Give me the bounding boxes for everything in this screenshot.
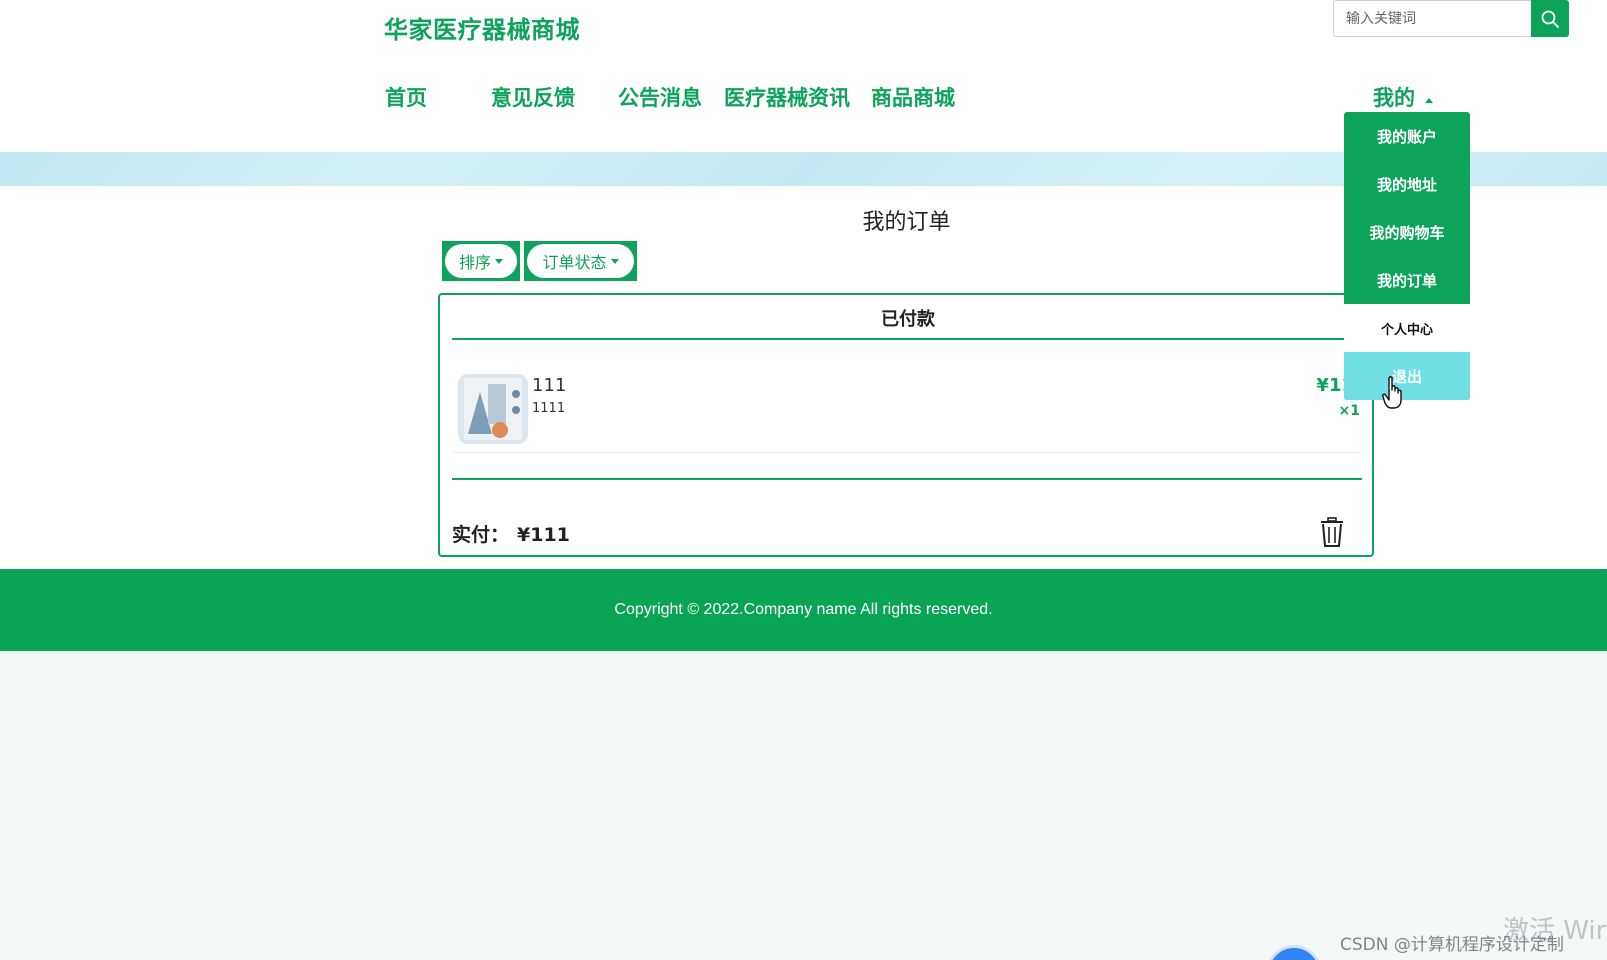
sort-label: 排序 bbox=[458, 253, 491, 272]
menu-item-my-orders[interactable]: 我的订单 bbox=[1344, 256, 1470, 304]
order-card: 已付款 111 1111 ¥11 ×1 实付： ¥111 bbox=[438, 293, 1374, 557]
divider bbox=[452, 338, 1362, 340]
nav-mine-menu[interactable]: 我的 bbox=[1373, 82, 1433, 112]
menu-item-my-cart[interactable]: 我的购物车 bbox=[1344, 208, 1470, 256]
nav-feedback[interactable]: 意见反馈 bbox=[491, 82, 575, 112]
order-status-label: 订单状态 bbox=[542, 253, 607, 272]
nav-home[interactable]: 首页 bbox=[385, 82, 427, 112]
delete-order-button[interactable] bbox=[1320, 517, 1344, 547]
caret-down-icon bbox=[610, 258, 619, 264]
menu-item-my-account[interactable]: 我的账户 bbox=[1344, 112, 1470, 160]
nav-shop[interactable]: 商品商城 bbox=[871, 82, 955, 112]
caret-up-icon bbox=[1425, 97, 1433, 103]
sort-dropdown[interactable]: 排序 bbox=[442, 241, 520, 281]
mine-dropdown-menu: 我的账户 我的地址 我的购物车 我的订单 个人中心 退出 bbox=[1344, 112, 1470, 400]
nav-announcements[interactable]: 公告消息 bbox=[618, 82, 702, 112]
menu-item-my-address[interactable]: 我的地址 bbox=[1344, 160, 1470, 208]
divider bbox=[452, 478, 1362, 480]
floating-assistant-button[interactable] bbox=[1266, 945, 1322, 960]
trash-icon bbox=[1321, 517, 1343, 547]
product-thumbnail[interactable] bbox=[458, 374, 528, 444]
product-image bbox=[458, 374, 528, 444]
hand-cursor-icon bbox=[1382, 376, 1402, 409]
order-status: 已付款 bbox=[881, 309, 935, 330]
product-name[interactable]: 111 bbox=[532, 375, 566, 396]
row-divider bbox=[452, 452, 1362, 453]
nav-medical-news[interactable]: 医疗器械资讯 bbox=[724, 82, 850, 112]
menu-item-profile-center[interactable]: 个人中心 bbox=[1344, 304, 1470, 352]
product-description: 1111 bbox=[532, 401, 566, 416]
menu-item-logout[interactable]: 退出 bbox=[1344, 352, 1470, 400]
nav-mine-label: 我的 bbox=[1373, 86, 1415, 110]
total-label: 实付： bbox=[452, 524, 510, 546]
search-icon bbox=[1541, 10, 1559, 28]
total-amount: ¥111 bbox=[517, 524, 570, 546]
search-button[interactable] bbox=[1531, 0, 1569, 37]
order-total: 实付： ¥111 bbox=[452, 520, 570, 547]
site-footer: Copyright © 2022.Company name All rights… bbox=[0, 569, 1607, 651]
search-bar bbox=[1333, 0, 1569, 37]
product-quantity: ×1 bbox=[1338, 403, 1360, 419]
copyright-text: Copyright © 2022.Company name All rights… bbox=[614, 601, 993, 618]
search-input[interactable] bbox=[1333, 0, 1531, 37]
order-status-dropdown[interactable]: 订单状态 bbox=[524, 241, 637, 281]
site-title[interactable]: 华家医疗器械商城 bbox=[384, 10, 580, 45]
caret-down-icon bbox=[495, 258, 503, 264]
csdn-watermark: CSDN @计算机程序设计定制 bbox=[1340, 935, 1564, 955]
